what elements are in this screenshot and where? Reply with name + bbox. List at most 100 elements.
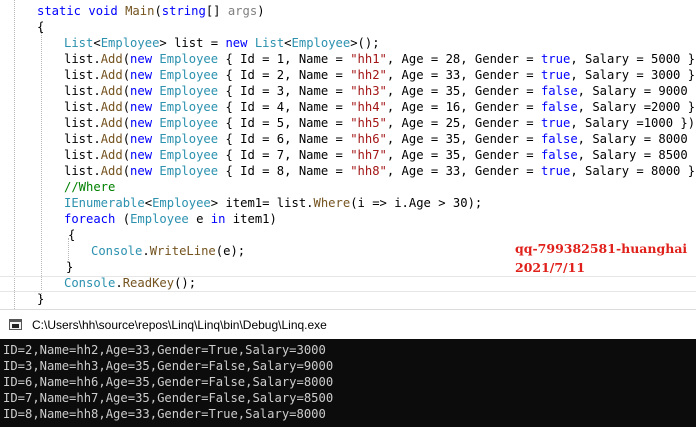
code-token: { <box>37 20 45 34</box>
code-token: Employee <box>159 68 219 82</box>
code-token: , Salary =2000 }); <box>577 100 696 114</box>
watermark-line-2: 2021/7/11 <box>515 260 586 275</box>
code-token: "hh1" <box>350 52 387 66</box>
code-line: List<Employee> list = new List<Employee>… <box>64 35 380 51</box>
code-line: list.Add(new Employee { Id = 4, Name = "… <box>64 99 696 115</box>
code-token: [] <box>205 4 228 18</box>
code-token: Add <box>100 68 123 82</box>
code-token: , Salary =1000 }); <box>570 116 696 130</box>
code-token: Employee <box>291 36 351 50</box>
console-output-line: ID=6,Name=hh6,Age=35,Gender=False,Salary… <box>3 375 334 389</box>
code-token: foreach <box>64 212 116 226</box>
code-token: Where <box>313 196 351 210</box>
code-token: Employee <box>159 164 219 178</box>
code-token: ( <box>122 68 131 82</box>
console-titlebar[interactable]: C:\Users\hh\source\repos\Linq\Linq\bin\D… <box>0 309 696 339</box>
code-token: ReadKey <box>122 276 175 290</box>
console-output-line: ID=8,Name=hh8,Age=33,Gender=True,Salary=… <box>3 407 326 421</box>
code-token: ( <box>122 132 131 146</box>
code-token: Employee <box>159 132 219 146</box>
indent-guide <box>14 0 15 309</box>
code-token: List <box>64 36 94 50</box>
console-app-icon <box>9 319 22 330</box>
code-token: > list = <box>159 36 226 50</box>
code-token: < <box>93 36 101 50</box>
code-token: false <box>540 100 578 114</box>
code-token: list. <box>64 116 101 130</box>
code-token: true <box>540 164 571 178</box>
code-token: new <box>130 100 153 114</box>
code-token: "hh7" <box>350 148 387 162</box>
code-token: Add <box>100 100 123 114</box>
code-token: Employee <box>159 116 219 130</box>
code-token: item1) <box>225 212 277 226</box>
code-token: false <box>540 84 578 98</box>
code-line: list.Add(new Employee { Id = 3, Name = "… <box>64 83 696 99</box>
console-output-line: ID=7,Name=hh7,Age=35,Gender=False,Salary… <box>3 391 334 405</box>
console-output-line: ID=3,Name=hh3,Age=35,Gender=False,Salary… <box>3 359 334 373</box>
code-token: , Age = 16, Gender = <box>386 100 541 114</box>
code-token: . <box>115 276 123 290</box>
code-token: { Id = 2, Name = <box>218 68 351 82</box>
code-line: { <box>68 227 75 243</box>
code-line: foreach (Employee e in item1) <box>64 211 277 227</box>
code-token: new <box>130 52 153 66</box>
code-line: Console.ReadKey(); <box>64 275 196 291</box>
code-token: e <box>188 212 211 226</box>
code-token: true <box>540 52 571 66</box>
code-token: static <box>37 4 82 18</box>
code-token: ( <box>122 148 131 162</box>
code-token: { <box>68 228 76 242</box>
code-token: list. <box>64 148 101 162</box>
code-token: void <box>88 4 118 18</box>
code-token: ( <box>122 100 131 114</box>
code-line: } <box>37 291 44 307</box>
code-token: string <box>161 4 206 18</box>
code-token: , Salary = 5000 }); <box>570 52 696 66</box>
code-line: list.Add(new Employee { Id = 7, Name = "… <box>64 147 696 163</box>
code-token: list. <box>64 52 101 66</box>
code-token: (e); <box>215 244 246 258</box>
code-token: ) <box>257 4 265 18</box>
code-token: new <box>130 84 153 98</box>
code-token: list. <box>64 100 101 114</box>
code-token: new <box>130 132 153 146</box>
code-token: Add <box>100 116 123 130</box>
code-token: "hh5" <box>350 116 387 130</box>
code-token: ( <box>122 164 131 178</box>
console-window[interactable]: C:\Users\hh\source\repos\Linq\Linq\bin\D… <box>0 309 696 427</box>
code-token: ( <box>122 116 131 130</box>
code-line: static void Main(string[] args) <box>37 3 265 19</box>
code-token: Main <box>125 4 155 18</box>
code-token: ( <box>154 4 162 18</box>
code-token: { Id = 1, Name = <box>218 52 351 66</box>
code-token: in <box>210 212 226 226</box>
code-token: } <box>37 292 45 306</box>
code-token: //Where <box>64 180 116 194</box>
code-token: { Id = 5, Name = <box>218 116 351 130</box>
code-token: new <box>130 164 153 178</box>
indent-guide <box>41 30 42 298</box>
code-token: Add <box>100 52 123 66</box>
code-token: , Salary = 8000 }); <box>577 132 696 146</box>
code-token: { Id = 3, Name = <box>218 84 351 98</box>
code-token: Console <box>64 276 116 290</box>
author-watermark: qq-799382581-huanghai 2021/7/11 <box>515 239 696 277</box>
code-line: list.Add(new Employee { Id = 2, Name = "… <box>64 67 696 83</box>
code-token: } <box>66 260 74 274</box>
code-line: IEnumerable<Employee> item1= list.Where(… <box>64 195 482 211</box>
console-output: ID=2,Name=hh2,Age=33,Gender=True,Salary=… <box>3 342 693 422</box>
code-token: , Age = 33, Gender = <box>386 164 541 178</box>
code-line: list.Add(new Employee { Id = 1, Name = "… <box>64 51 696 67</box>
code-line: } <box>66 259 73 275</box>
code-token: , Age = 35, Gender = <box>386 84 541 98</box>
code-token: Add <box>100 84 123 98</box>
code-token: IEnumerable <box>64 196 145 210</box>
code-token: , Age = 35, Gender = <box>386 132 541 146</box>
code-line: Console.WriteLine(e); <box>91 243 245 259</box>
code-token: Employee <box>152 196 211 210</box>
code-token: . <box>142 244 150 258</box>
code-token: args <box>227 4 258 18</box>
code-token: new <box>130 68 153 82</box>
